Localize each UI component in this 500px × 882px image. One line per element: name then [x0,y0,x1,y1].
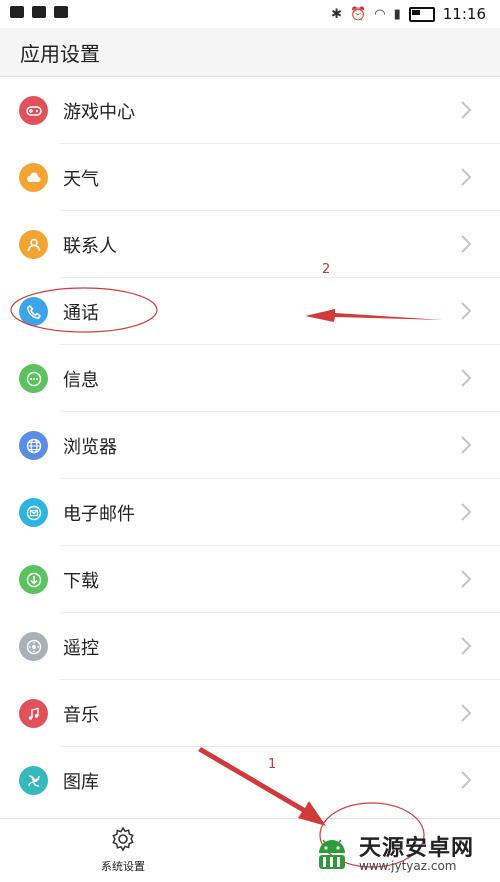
list-item-label: 遥控 [63,638,99,659]
list-item-call[interactable]: 通话 [0,278,500,345]
image-notification-icon [10,6,24,18]
gear-icon [112,826,134,852]
list-item-messages[interactable]: 信息 [0,345,500,412]
list-item-label: 天气 [63,169,99,190]
header: 应用设置 [0,28,500,77]
weather-icon [19,163,48,192]
list-item-label: 联系人 [63,236,117,257]
gallery-icon [19,766,48,795]
remote-icon [19,632,48,661]
chevron-right-icon [461,503,472,521]
signal-icon: ▮ [393,6,401,22]
wifi-icon: ◠ [374,6,386,22]
phone-icon [19,297,48,326]
message-icon [19,364,48,393]
alarm-icon: ⏰ [350,6,367,22]
list-item-download[interactable]: 下载 [0,546,500,613]
download-icon [19,565,48,594]
chevron-right-icon [461,369,472,387]
page-title: 应用设置 [20,42,100,66]
status-time: 11:16 [442,5,486,23]
list-item-label: 信息 [63,370,99,391]
battery-icon [408,6,435,22]
watermark-title: 天源安卓网 [359,836,475,861]
chevron-right-icon [461,771,472,789]
annotation-number-1: 1 [268,757,277,772]
flag-notification-icon [54,6,68,18]
list-item-browser[interactable]: 浏览器 [0,412,500,479]
chevron-right-icon [461,302,472,320]
annotation-number-2: 2 [322,262,331,277]
contacts-icon [19,230,48,259]
list-item-weather[interactable]: 天气 [0,144,500,211]
status-indicators: ✱ ⏰ ◠ ▮ 11:16 [331,5,486,23]
android-logo-icon [319,839,345,869]
watermark: 天源安卓网 www.jytyaz.com [303,826,498,881]
music-icon [19,699,48,728]
list-item-contacts[interactable]: 联系人 [0,211,500,278]
list-item-music[interactable]: 音乐 [0,680,500,747]
system-settings-tab[interactable]: 系统设置 [88,825,158,874]
list-item-label: 通话 [63,303,99,324]
list-item-remote[interactable]: 遥控 [0,613,500,680]
status-bar: ✱ ⏰ ◠ ▮ 11:16 [0,0,500,28]
list-item-email[interactable]: 电子邮件 [0,479,500,546]
bluetooth-icon: ✱ [331,6,343,22]
list-item-label: 下载 [63,571,99,592]
chevron-right-icon [461,101,472,119]
list-item-gallery[interactable]: 图库 [0,747,500,814]
list-item-label: 浏览器 [63,437,117,458]
gamepad-icon [19,96,48,125]
watermark-url: www.jytyaz.com [359,859,457,873]
list-item-label: 电子邮件 [63,504,135,525]
app-settings-list: 游戏中心 天气 联系人 通话 信息 浏览器 电子邮件 下载 遥控 音乐 图库 [0,77,500,814]
system-settings-label: 系统设置 [101,860,145,873]
status-notifications [10,6,68,18]
globe-icon [19,431,48,460]
chevron-right-icon [461,704,472,722]
list-item-label: 游戏中心 [63,102,135,123]
chevron-right-icon [461,235,472,253]
list-item-label: 音乐 [63,705,99,726]
chevron-right-icon [461,637,472,655]
mail-icon [19,498,48,527]
chevron-right-icon [461,436,472,454]
chevron-right-icon [461,570,472,588]
list-item-label: 图库 [63,772,99,793]
chevron-right-icon [461,168,472,186]
list-item-game-center[interactable]: 游戏中心 [0,77,500,144]
app-notification-icon [32,6,46,18]
